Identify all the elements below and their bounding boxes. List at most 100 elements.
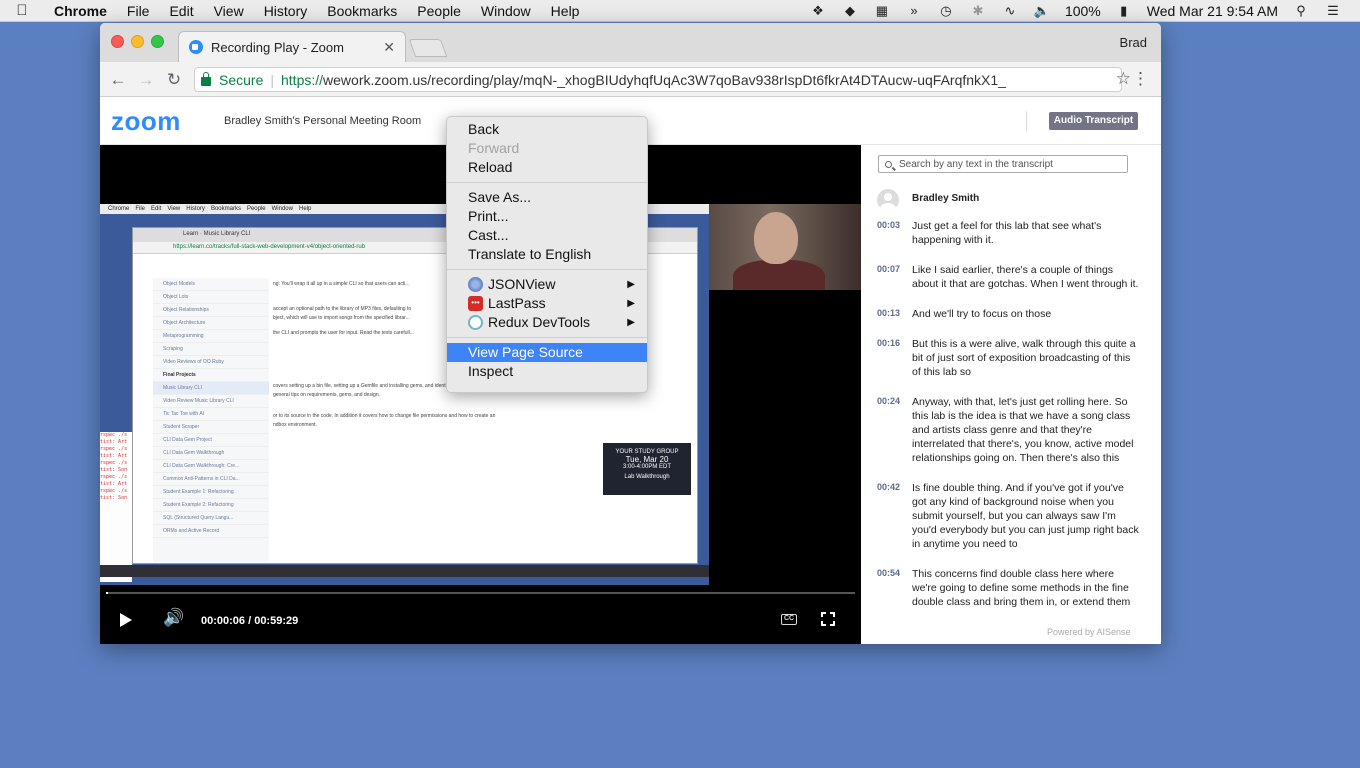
- entry-text: And we'll try to focus on those: [912, 308, 1052, 320]
- context-menu-lastpass[interactable]: ••• LastPass ▶: [447, 294, 647, 313]
- context-menu-save-as[interactable]: Save As...: [447, 188, 647, 207]
- context-menu-redux-devtools[interactable]: Redux DevTools ▶: [447, 313, 647, 332]
- chrome-menu-icon[interactable]: ⋮: [1132, 69, 1149, 89]
- reload-icon[interactable]: ↻: [164, 70, 184, 90]
- zoom-logo[interactable]: zoom: [111, 106, 181, 137]
- menu-people[interactable]: People: [407, 3, 471, 19]
- audio-transcript-button[interactable]: Audio Transcript: [1049, 112, 1138, 130]
- profile-name[interactable]: Brad: [1120, 35, 1147, 50]
- url-scheme: https://: [281, 71, 324, 88]
- entry-timestamp[interactable]: 00:24: [877, 395, 912, 465]
- transcript-entry[interactable]: 00:13 And we'll try to focus on those: [861, 307, 1161, 321]
- menu-bookmarks[interactable]: Bookmarks: [317, 3, 407, 19]
- submenu-arrow-icon: ▶: [627, 317, 635, 328]
- omnibox-separator: |: [270, 71, 274, 88]
- inner-terminal: rspec ./s tist: Art rspec ./s tist: Art rspe…: [100, 432, 132, 582]
- context-menu-inspect[interactable]: Inspect: [447, 362, 647, 381]
- notification-center-icon[interactable]: ☰: [1324, 4, 1342, 18]
- back-arrow-icon[interactable]: ←: [108, 70, 128, 90]
- context-menu-cast[interactable]: Cast...: [447, 226, 647, 245]
- entry-timestamp[interactable]: 00:07: [877, 263, 912, 291]
- zoom-window-button[interactable]: [151, 35, 164, 48]
- address-bar[interactable]: Secure | https:// wework.zoom.us/recordi…: [194, 67, 1122, 92]
- menu-help[interactable]: Help: [541, 3, 590, 19]
- entry-timestamp[interactable]: 00:16: [877, 337, 912, 379]
- inner-side-item: Object Relationships: [153, 304, 269, 317]
- minimize-window-button[interactable]: [131, 35, 144, 48]
- inner-menu-item: Bookmarks: [210, 206, 241, 212]
- transcript-entry[interactable]: 00:07 Like I said earlier, there's a cou…: [861, 263, 1161, 291]
- menu-history[interactable]: History: [254, 3, 318, 19]
- player-controls: 🔊 00:00:06 / 00:59:29 CC: [100, 586, 861, 644]
- lastpass-icon: •••: [468, 296, 483, 311]
- context-menu-back[interactable]: Back: [447, 120, 647, 139]
- dropbox-icon[interactable]: ❖: [809, 4, 827, 18]
- header-divider: [1026, 111, 1027, 131]
- tab-close-icon[interactable]: ✕: [383, 39, 395, 56]
- bluetooth-icon[interactable]: ✱: [969, 4, 987, 18]
- inner-side-item: Final Projects: [153, 369, 269, 382]
- context-menu-label: Redux DevTools: [488, 314, 590, 330]
- clock[interactable]: Wed Mar 21 9:54 AM: [1147, 3, 1278, 19]
- context-menu: Back Forward Reload Save As... Print... …: [446, 116, 648, 393]
- inner-side-item: CLI Data Gem Walkthrough: Cre...: [153, 460, 269, 473]
- closed-captions-icon[interactable]: CC: [781, 614, 797, 625]
- entry-timestamp[interactable]: 00:13: [877, 307, 912, 321]
- bookmark-star-icon[interactable]: ☆: [1116, 69, 1131, 89]
- context-menu-forward[interactable]: Forward: [447, 139, 647, 158]
- transcript-entry[interactable]: 00:03 Just get a feel for this lab that …: [861, 219, 1161, 247]
- apple-icon[interactable]: : [0, 2, 44, 19]
- context-menu-jsonview[interactable]: JSONView ▶: [447, 275, 647, 294]
- new-tab-button[interactable]: [408, 39, 448, 57]
- fast-forward-icon[interactable]: »: [905, 4, 923, 18]
- inner-side-item: Object Models: [153, 278, 269, 291]
- inner-side-item: Tic Tac Toe with AI: [153, 408, 269, 421]
- inner-side-item: CLI Data Gem Project: [153, 434, 269, 447]
- spotlight-search-icon[interactable]: ⚲: [1292, 4, 1310, 18]
- inner-card-line: Lab Walkthrough: [624, 474, 670, 480]
- menu-edit[interactable]: Edit: [159, 3, 203, 19]
- time-machine-icon[interactable]: ◷: [937, 4, 955, 18]
- volume-icon[interactable]: 🔈: [1033, 4, 1051, 18]
- evernote-icon[interactable]: ◆: [841, 4, 859, 18]
- entry-timestamp[interactable]: 00:42: [877, 481, 912, 551]
- inner-side-item: ORMs and Active Record: [153, 525, 269, 538]
- zoom-favicon-icon: [189, 40, 203, 54]
- inner-side-item: Music Library CLI: [153, 382, 269, 395]
- context-menu-view-page-source[interactable]: View Page Source: [447, 343, 647, 362]
- fullscreen-icon[interactable]: [821, 612, 835, 626]
- context-menu-label: JSONView: [488, 276, 556, 292]
- progress-bar[interactable]: [106, 592, 855, 594]
- tab-recording-play[interactable]: Recording Play - Zoom ✕: [178, 31, 406, 62]
- play-icon[interactable]: [120, 613, 132, 627]
- search-placeholder: Search by any text in the transcript: [899, 158, 1053, 170]
- inner-side-item: Metaprogramming: [153, 330, 269, 343]
- menu-chrome[interactable]: Chrome: [44, 3, 117, 19]
- context-menu-translate[interactable]: Translate to English: [447, 245, 647, 264]
- inner-side-item: SQL (Structured Query Langu...: [153, 512, 269, 525]
- transcript-entry[interactable]: 00:24 Anyway, with that, let's just get …: [861, 395, 1161, 465]
- transcript-entries[interactable]: 00:03 Just get a feel for this lab that …: [861, 219, 1161, 621]
- transcript-entry[interactable]: 00:54 This concerns find double class he…: [861, 567, 1161, 609]
- entry-timestamp[interactable]: 00:54: [877, 567, 912, 609]
- inner-menu-item: People: [246, 206, 266, 212]
- entry-timestamp[interactable]: 00:03: [877, 219, 912, 247]
- context-menu-reload[interactable]: Reload: [447, 158, 647, 177]
- volume-icon[interactable]: 🔊: [163, 608, 184, 628]
- transcript-entry[interactable]: 00:42 Is fine double thing. And if you'v…: [861, 481, 1161, 551]
- wifi-icon[interactable]: ∿: [1001, 4, 1019, 18]
- battery-icon[interactable]: ▮: [1115, 4, 1133, 18]
- forward-arrow-icon[interactable]: →: [136, 70, 156, 90]
- speaker-avatar: [877, 189, 899, 211]
- close-window-button[interactable]: [111, 35, 124, 48]
- inner-side-item: Video Review Music Library CLI: [153, 395, 269, 408]
- app-grid-icon[interactable]: ▦: [873, 4, 891, 18]
- context-menu-print[interactable]: Print...: [447, 207, 647, 226]
- meeting-room-name: Bradley Smith's Personal Meeting Room: [224, 115, 422, 127]
- transcript-entry[interactable]: 00:16 But this is a were alive, walk thr…: [861, 337, 1161, 379]
- inner-side-item: Video Reviews of OO Ruby: [153, 356, 269, 369]
- menu-window[interactable]: Window: [471, 3, 541, 19]
- menu-file[interactable]: File: [117, 3, 160, 19]
- transcript-search-input[interactable]: Search by any text in the transcript: [878, 155, 1128, 173]
- menu-view[interactable]: View: [204, 3, 254, 19]
